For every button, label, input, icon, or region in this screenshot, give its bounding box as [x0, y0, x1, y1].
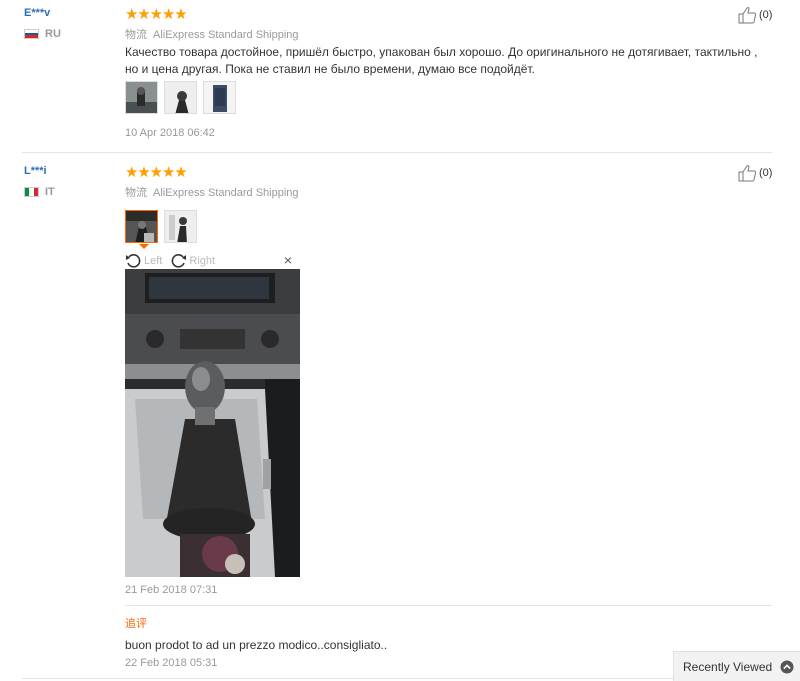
- rotate-left-label: Left: [144, 254, 163, 267]
- additional-review-date: 22 Feb 2018 05:31: [125, 657, 218, 669]
- thumbs-up-icon: [738, 7, 757, 24]
- reviewer-country: IT: [24, 186, 55, 198]
- reviewer-name: L***i: [24, 165, 47, 177]
- close-viewer-button[interactable]: ×: [284, 252, 292, 269]
- review-divider: [22, 678, 772, 679]
- review-photo-thumbnail[interactable]: [125, 81, 158, 114]
- review-photo-thumbnail[interactable]: [164, 210, 197, 243]
- rotate-right-icon: [172, 253, 187, 268]
- additional-review-divider: [125, 605, 772, 606]
- photo-image: [126, 211, 157, 242]
- review-date: 21 Feb 2018 07:31: [125, 584, 218, 596]
- review-item: L***i IT ★ ★ ★ ★ ★ (0) 物流 AliExpress Stan…: [0, 153, 800, 681]
- italy-flag-icon: [24, 187, 39, 197]
- photo-image: [126, 82, 157, 113]
- star-icon: ★: [125, 6, 139, 23]
- photo-image: [125, 269, 300, 577]
- chevron-up-icon: [780, 660, 794, 673]
- review-photo-thumbnail-selected[interactable]: [125, 210, 158, 243]
- star-rating: ★ ★ ★ ★ ★: [125, 6, 188, 23]
- logistics-label: 物流: [125, 29, 147, 41]
- star-icon: ★: [149, 164, 164, 181]
- recently-viewed-label: Recently Viewed: [683, 659, 773, 674]
- photo-image: [165, 211, 196, 242]
- photo-image: [165, 82, 196, 113]
- helpful-count: (0): [759, 167, 773, 179]
- star-icon: ★: [125, 164, 139, 181]
- review-date: 10 Apr 2018 06:42: [125, 127, 215, 139]
- recently-viewed-button[interactable]: Recently Viewed: [673, 651, 800, 681]
- review-photo-thumbnail[interactable]: [203, 81, 236, 114]
- helpful-button[interactable]: (0): [738, 164, 772, 182]
- star-icon: ★: [137, 164, 151, 181]
- shipping-name: AliExpress Standard Shipping: [153, 187, 299, 199]
- star-icon: ★: [137, 6, 151, 23]
- russia-flag-icon: [24, 29, 39, 39]
- country-code: IT: [45, 186, 55, 198]
- thumbs-up-icon: [738, 165, 757, 182]
- star-rating: ★ ★ ★ ★ ★: [125, 164, 188, 181]
- shipping-method: 物流 AliExpress Standard Shipping: [125, 184, 299, 200]
- additional-review-label: 追评: [125, 618, 147, 630]
- shipping-name: AliExpress Standard Shipping: [153, 29, 299, 41]
- star-icon: ★: [174, 6, 188, 23]
- shipping-method: 物流 AliExpress Standard Shipping: [125, 26, 299, 42]
- helpful-count: (0): [759, 9, 773, 21]
- enlarged-review-photo: [125, 269, 300, 577]
- review-text: Качество товара достойное, пришёл быстро…: [125, 45, 758, 76]
- country-code: RU: [45, 28, 61, 40]
- reviewer-country: RU: [24, 28, 61, 40]
- review-item: E***v RU ★ ★ ★ ★ ★ (0) 物流 AliExpress Stan…: [0, 0, 800, 152]
- rotate-left-icon: [126, 253, 141, 268]
- rotate-right-button[interactable]: Right: [170, 253, 215, 269]
- helpful-button[interactable]: (0): [738, 6, 772, 24]
- selected-indicator: [139, 244, 149, 249]
- review-photo-thumbnail[interactable]: [164, 81, 197, 114]
- image-viewer-toolbar: Left Right ×: [125, 252, 300, 269]
- photo-image: [204, 82, 235, 113]
- logistics-label: 物流: [125, 187, 147, 199]
- star-icon: ★: [161, 6, 176, 23]
- star-icon: ★: [149, 6, 164, 23]
- star-icon: ★: [174, 164, 188, 181]
- reviewer-name: E***v: [24, 7, 51, 19]
- rotate-left-button[interactable]: Left: [125, 253, 162, 269]
- rotate-right-label: Right: [189, 254, 216, 267]
- star-icon: ★: [161, 164, 176, 181]
